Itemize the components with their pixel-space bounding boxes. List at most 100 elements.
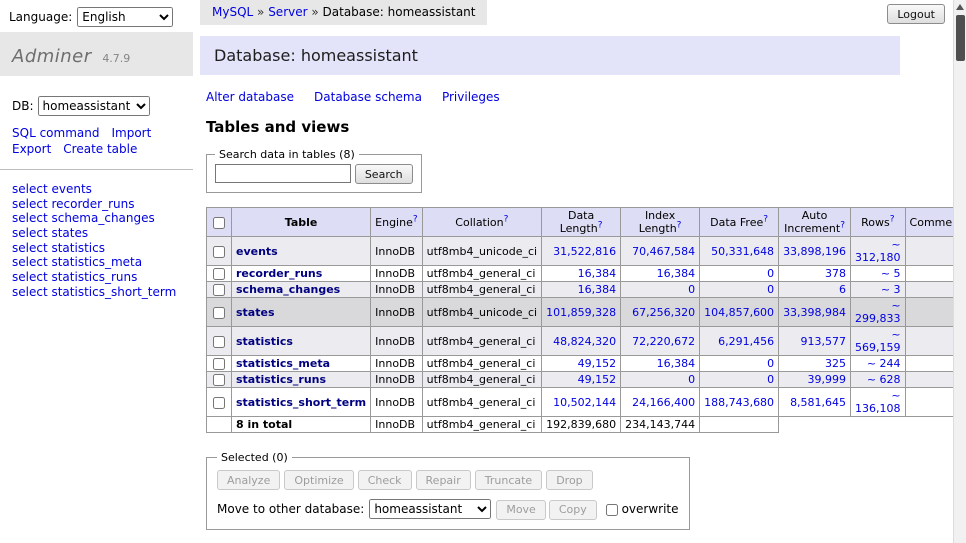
data-free-link[interactable]: 50,331,648 <box>711 245 774 258</box>
auto-increment-link[interactable]: 33,398,984 <box>783 306 846 319</box>
analyze-button[interactable]: Analyze <box>217 470 280 490</box>
table-name-link[interactable]: recorder_runs <box>236 267 322 280</box>
copy-button[interactable]: Copy <box>549 500 597 520</box>
index-length-link[interactable]: 70,467,584 <box>632 245 695 258</box>
data-free-link[interactable]: 188,743,680 <box>704 396 774 409</box>
data-free-link[interactable]: 0 <box>767 357 774 370</box>
help-icon[interactable]: ? <box>677 220 682 230</box>
data-length-link[interactable]: 31,522,816 <box>553 245 616 258</box>
row-checkbox[interactable] <box>213 284 225 296</box>
index-length-link[interactable]: 0 <box>688 373 695 386</box>
help-icon[interactable]: ? <box>504 214 509 224</box>
data-free-link[interactable]: 0 <box>767 267 774 280</box>
rows-count-link[interactable]: ~ 3 <box>881 283 901 296</box>
data-length-link[interactable]: 16,384 <box>578 283 617 296</box>
sidebar-table-link-select-events[interactable]: select events <box>12 182 181 197</box>
row-checkbox[interactable] <box>213 246 225 258</box>
breadcrumb-link-server[interactable]: Server <box>268 5 307 19</box>
help-icon[interactable]: ? <box>890 214 895 224</box>
select-all-checkbox[interactable] <box>213 217 225 229</box>
overwrite-checkbox[interactable] <box>606 504 618 516</box>
auto-increment-link[interactable]: 33,898,196 <box>783 245 846 258</box>
sidebar-table-link-select-schema-changes[interactable]: select schema_changes <box>12 211 181 226</box>
sidebar-table-link-select-statistics[interactable]: select statistics <box>12 241 181 256</box>
scrollbar-thumb[interactable] <box>956 15 965 61</box>
data-length-link[interactable]: 48,824,320 <box>553 335 616 348</box>
db-action-privileges[interactable]: Privileges <box>442 90 500 104</box>
db-action-alter-database[interactable]: Alter database <box>206 90 294 104</box>
move-db-select[interactable]: homeassistant <box>369 499 491 519</box>
index-length-link[interactable]: 0 <box>688 283 695 296</box>
data-free-link[interactable]: 6,291,456 <box>718 335 774 348</box>
repair-button[interactable]: Repair <box>416 470 471 490</box>
index-length-link[interactable]: 16,384 <box>657 267 696 280</box>
auto-increment-link[interactable]: 6 <box>839 283 846 296</box>
language-select[interactable]: English <box>77 7 173 27</box>
db-select[interactable]: homeassistant <box>38 96 150 116</box>
table-name-link[interactable]: events <box>236 245 278 258</box>
help-icon[interactable]: ? <box>763 214 768 224</box>
sidebar-table-link-select-statistics-runs[interactable]: select statistics_runs <box>12 270 181 285</box>
data-free-link[interactable]: 0 <box>767 373 774 386</box>
sidebar-op-export[interactable]: Export <box>12 142 51 156</box>
auto-increment-link[interactable]: 913,577 <box>801 335 847 348</box>
index-length-link[interactable]: 24,166,400 <box>632 396 695 409</box>
row-checkbox[interactable] <box>213 268 225 280</box>
auto-increment-link[interactable]: 8,581,645 <box>790 396 846 409</box>
rows-count-link[interactable]: ~ 299,833 <box>855 299 901 325</box>
search-button[interactable]: Search <box>355 164 413 184</box>
breadcrumb-link-mysql[interactable]: MySQL <box>212 5 253 19</box>
rows-count-link[interactable]: ~ 5 <box>881 267 901 280</box>
row-checkbox[interactable] <box>213 336 225 348</box>
table-name-link[interactable]: statistics <box>236 335 293 348</box>
auto-increment-link[interactable]: 378 <box>825 267 846 280</box>
check-button[interactable]: Check <box>358 470 412 490</box>
index-length-link[interactable]: 72,220,672 <box>632 335 695 348</box>
help-icon[interactable]: ? <box>598 220 603 230</box>
table-name-link[interactable]: statistics_short_term <box>236 396 366 409</box>
data-length-link[interactable]: 49,152 <box>578 357 617 370</box>
row-checkbox[interactable] <box>213 307 225 319</box>
data-length-link[interactable]: 49,152 <box>578 373 617 386</box>
sidebar-table-link-select-statistics-meta[interactable]: select statistics_meta <box>12 255 181 270</box>
drop-button[interactable]: Drop <box>546 470 592 490</box>
rows-count-link[interactable]: ~ 244 <box>867 357 901 370</box>
data-free-link[interactable]: 0 <box>767 283 774 296</box>
auto-increment-link[interactable]: 39,999 <box>808 373 847 386</box>
sidebar-table-link-select-statistics-short-term[interactable]: select statistics_short_term <box>12 285 181 300</box>
data-free-link[interactable]: 104,857,600 <box>704 306 774 319</box>
truncate-button[interactable]: Truncate <box>475 470 542 490</box>
data-length-link[interactable]: 10,502,144 <box>553 396 616 409</box>
rows-count-link[interactable]: ~ 628 <box>867 373 901 386</box>
table-name-link[interactable]: statistics_runs <box>236 373 326 386</box>
rows-count-link[interactable]: ~ 569,159 <box>855 328 901 354</box>
db-action-database-schema[interactable]: Database schema <box>314 90 422 104</box>
row-checkbox[interactable] <box>213 358 225 370</box>
table-name-link[interactable]: statistics_meta <box>236 357 330 370</box>
sidebar-op-create-table[interactable]: Create table <box>63 142 137 156</box>
scroll-up-icon[interactable] <box>956 4 964 10</box>
row-checkbox[interactable] <box>213 397 225 409</box>
sidebar-op-import[interactable]: Import <box>111 126 151 140</box>
sidebar-table-link-select-states[interactable]: select states <box>12 226 181 241</box>
rows-count-link[interactable]: ~ 312,180 <box>855 238 901 264</box>
vertical-scrollbar[interactable] <box>953 0 966 543</box>
index-length-link[interactable]: 67,256,320 <box>632 306 695 319</box>
auto-increment-link[interactable]: 325 <box>825 357 846 370</box>
index-length-link[interactable]: 16,384 <box>657 357 696 370</box>
sidebar-op-sql-command[interactable]: SQL command <box>12 126 99 140</box>
rows-count-link[interactable]: ~ 136,108 <box>855 389 901 415</box>
data-length-link[interactable]: 101,859,328 <box>546 306 616 319</box>
move-button[interactable]: Move <box>496 500 546 520</box>
table-name-link[interactable]: states <box>236 306 275 319</box>
data-length-link[interactable]: 16,384 <box>578 267 617 280</box>
optimize-button[interactable]: Optimize <box>284 470 353 490</box>
table-name-link[interactable]: schema_changes <box>236 283 340 296</box>
help-icon[interactable]: ? <box>413 214 418 224</box>
search-input[interactable] <box>215 164 351 183</box>
help-icon[interactable]: ? <box>840 220 845 230</box>
row-checkbox[interactable] <box>213 374 225 386</box>
column-header-data-length: Data Length? <box>542 208 621 237</box>
sidebar-table-link-select-recorder-runs[interactable]: select recorder_runs <box>12 197 181 212</box>
logout-button[interactable]: Logout <box>887 4 945 24</box>
